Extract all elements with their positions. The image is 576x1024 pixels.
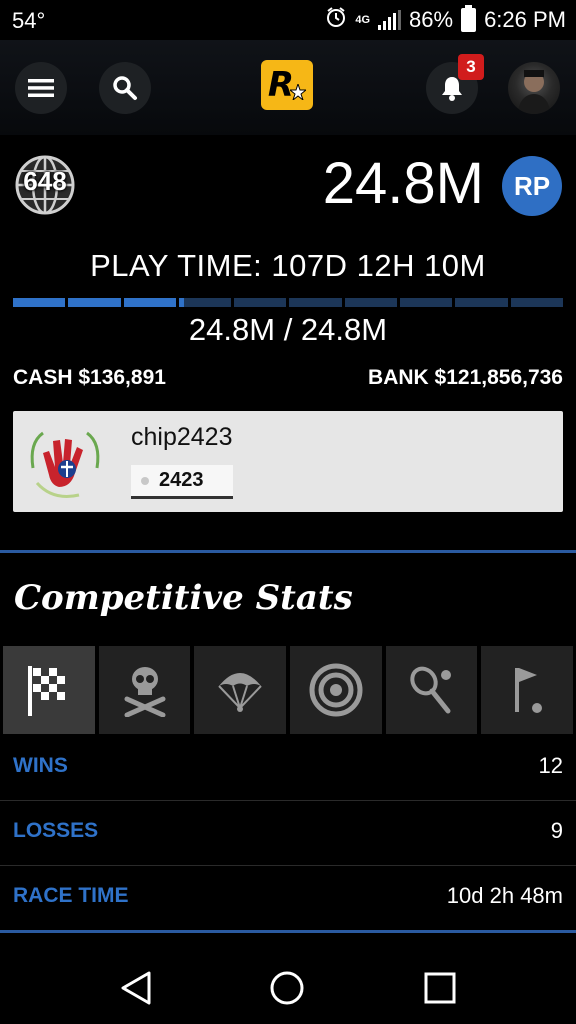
rank-number: 648 bbox=[23, 166, 67, 196]
bank-amount: BANK $121,856,736 bbox=[368, 366, 563, 389]
play-time: PLAY TIME: 107D 12H 10M bbox=[90, 248, 486, 283]
search-icon bbox=[113, 76, 137, 100]
tab-parachuting[interactable] bbox=[194, 646, 287, 734]
target-icon bbox=[309, 663, 363, 717]
tab-deathmatch[interactable] bbox=[98, 646, 191, 734]
back-button[interactable] bbox=[116, 968, 156, 1008]
progress-segment bbox=[510, 298, 563, 307]
stat-value: 10d 2h 48m bbox=[446, 883, 563, 908]
top-nav: R 3 bbox=[0, 40, 576, 135]
progress-fill bbox=[123, 298, 176, 307]
rp-progress-text: 24.8M / 24.8M bbox=[188, 312, 388, 347]
stat-label: WINS bbox=[13, 754, 68, 777]
avatar[interactable] bbox=[508, 62, 560, 114]
progress-fill bbox=[68, 298, 121, 307]
golf-icon bbox=[515, 668, 543, 713]
progress-segment bbox=[178, 298, 232, 307]
progress-segment bbox=[68, 298, 121, 307]
stat-row-wins: WINS 12 bbox=[0, 736, 576, 801]
status-time: 6:26 PM bbox=[484, 7, 566, 32]
progress-segment bbox=[400, 298, 453, 307]
tab-racing[interactable] bbox=[3, 646, 95, 734]
stat-row-race-time: RACE TIME 10d 2h 48m bbox=[0, 866, 576, 930]
crew-tag: 2423 bbox=[131, 465, 233, 499]
crew-tag-text: 2423 bbox=[159, 469, 204, 491]
progress-segment bbox=[234, 298, 287, 307]
star-icon bbox=[290, 84, 307, 100]
competitive-stats-title: Competitive Stats bbox=[14, 578, 353, 618]
crew-card[interactable]: chip2423 2423 bbox=[13, 411, 563, 512]
parachute-icon bbox=[218, 673, 262, 712]
stat-value: 12 bbox=[538, 753, 563, 778]
progress-segment bbox=[13, 298, 66, 307]
rockstar-logo[interactable]: R bbox=[261, 60, 313, 110]
cash-amount: CASH $136,891 bbox=[13, 366, 166, 389]
recents-button[interactable] bbox=[420, 968, 460, 1008]
rp-value: 24.8M bbox=[322, 151, 484, 216]
network-type: 4G bbox=[355, 14, 371, 26]
stats-tabs bbox=[3, 646, 574, 734]
section-divider bbox=[0, 550, 576, 553]
system-nav-bar bbox=[0, 952, 576, 1024]
tennis-icon bbox=[409, 666, 451, 714]
avatar-silhouette-icon bbox=[518, 70, 550, 114]
tab-shooting[interactable] bbox=[290, 646, 382, 734]
search-button[interactable] bbox=[99, 62, 151, 114]
crew-tag-dot bbox=[141, 476, 149, 485]
stat-label: LOSSES bbox=[13, 819, 99, 842]
status-icons: 4G 86% 6:26 PM bbox=[325, 5, 566, 34]
tab-tennis[interactable] bbox=[385, 646, 478, 734]
stat-value: 9 bbox=[550, 818, 563, 843]
stat-label: RACE TIME bbox=[13, 884, 129, 907]
hamburger-icon bbox=[28, 79, 54, 97]
progress-segment bbox=[289, 298, 342, 307]
status-bar: 54° 4G 86% 6:26 PM bbox=[0, 0, 576, 40]
rp-progress-bar bbox=[13, 298, 563, 307]
rp-badge: RP bbox=[502, 156, 562, 216]
crew-emblem-icon bbox=[30, 431, 100, 498]
progress-fill bbox=[178, 298, 185, 307]
progress-segment bbox=[455, 298, 508, 307]
back-triangle-icon bbox=[121, 971, 151, 1005]
progress-segment bbox=[123, 298, 176, 307]
skull-crossbones-icon bbox=[124, 667, 165, 717]
progress-segment bbox=[344, 298, 398, 307]
signal-icon bbox=[378, 10, 402, 30]
recents-square-icon bbox=[424, 972, 456, 1004]
tab-golf[interactable] bbox=[481, 646, 574, 734]
alarm-icon bbox=[325, 6, 347, 34]
home-circle-icon bbox=[270, 971, 304, 1005]
menu-button[interactable] bbox=[15, 62, 67, 114]
battery-percent: 86% bbox=[409, 7, 454, 32]
crew-name: chip2423 bbox=[131, 423, 233, 451]
battery-icon bbox=[461, 5, 477, 32]
stat-row-losses: LOSSES 9 bbox=[0, 801, 576, 866]
status-temperature: 54° bbox=[12, 8, 46, 33]
home-button[interactable] bbox=[267, 968, 307, 1008]
notification-badge: 3 bbox=[458, 54, 484, 80]
section-divider bbox=[0, 930, 576, 933]
race-flag-icon bbox=[27, 666, 65, 716]
progress-fill bbox=[13, 298, 66, 307]
